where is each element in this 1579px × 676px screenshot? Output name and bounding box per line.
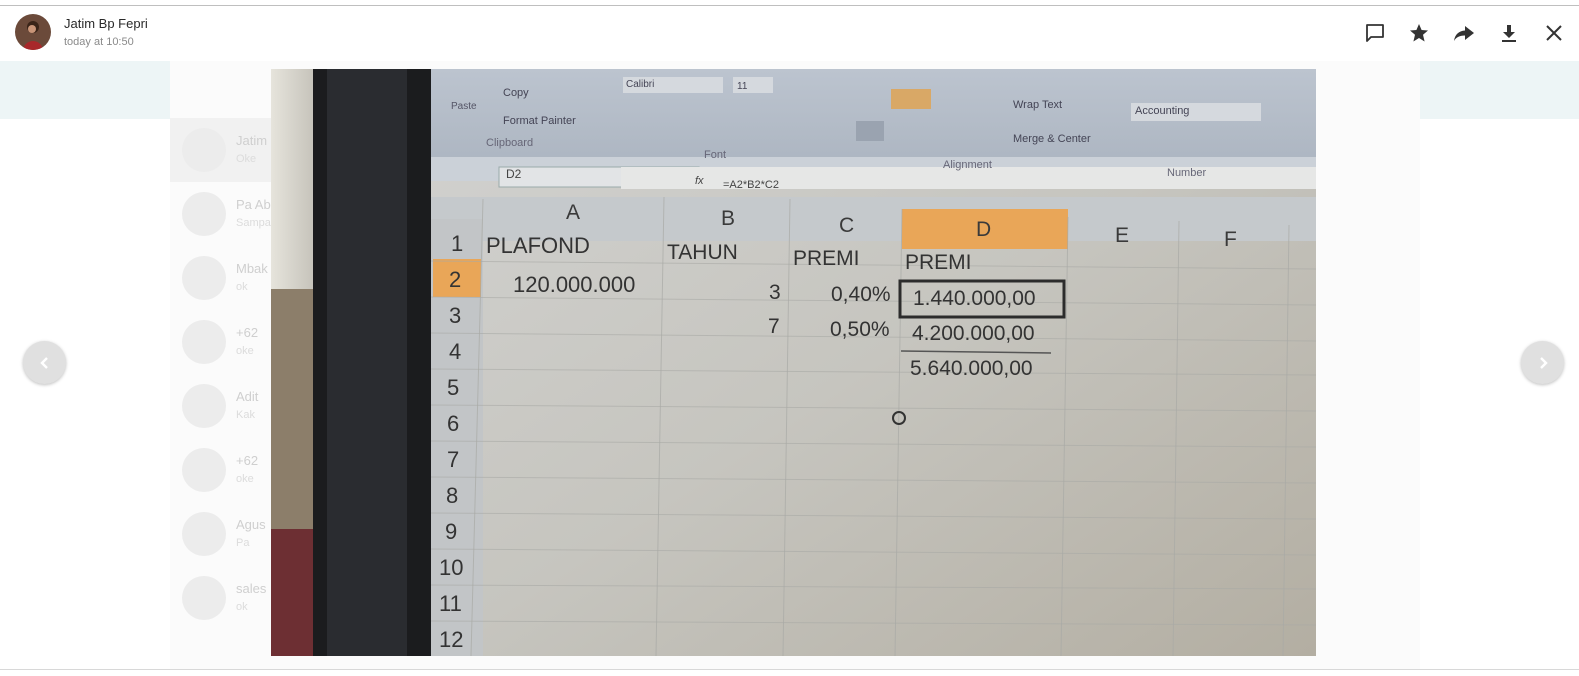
- avatar: [182, 256, 226, 300]
- column-header: F: [1224, 228, 1237, 251]
- forward-icon[interactable]: [1453, 22, 1475, 44]
- row-header: 8: [446, 483, 459, 508]
- background-chat-list: Jatim Oke Pa Ab Sampai Mbak ok +62 oke Adit K…: [170, 118, 280, 669]
- avatar: [182, 128, 226, 172]
- avatar: [182, 448, 226, 492]
- column-header: E: [1115, 224, 1130, 247]
- list-item: Agus Pa: [170, 502, 280, 566]
- last-message: ok: [236, 281, 248, 293]
- column-header: D: [976, 218, 992, 241]
- row-header: 3: [449, 303, 462, 328]
- fx-label: fx: [695, 175, 704, 187]
- last-message: Oke: [236, 153, 257, 165]
- formula-text: =A2*B2*C2: [723, 179, 779, 191]
- last-message: Sampai: [236, 217, 274, 229]
- chevron-left-icon: [39, 356, 48, 369]
- star-icon[interactable]: [1408, 22, 1430, 44]
- row-header: 10: [439, 555, 464, 580]
- row-header: 7: [447, 447, 460, 472]
- bottom-divider: [0, 669, 1579, 670]
- contact-name: +62: [236, 325, 259, 340]
- row-header: 6: [447, 411, 460, 436]
- avatar: [182, 192, 226, 236]
- avatar: [182, 320, 226, 364]
- last-message: Kak: [236, 409, 255, 421]
- cell-b1: TAHUN: [667, 241, 738, 264]
- sender-avatar[interactable]: [15, 14, 51, 50]
- list-item: sales ok: [170, 566, 280, 630]
- name-box: D2: [506, 167, 522, 181]
- chevron-right-icon: [1539, 356, 1548, 369]
- column-header: B: [721, 207, 736, 230]
- format-painter-label: Format Painter: [503, 115, 576, 127]
- avatar: [182, 576, 226, 620]
- cell-c2: 0,40%: [831, 283, 891, 306]
- previous-media-button[interactable]: [23, 341, 66, 384]
- contact-name: Mbak: [236, 261, 268, 276]
- contact-name: Pa Ab: [236, 197, 271, 212]
- clipboard-group-label: Clipboard: [486, 137, 534, 149]
- last-message: oke: [236, 473, 254, 485]
- row-header: 1: [451, 231, 464, 256]
- row-header: 2: [449, 267, 462, 292]
- list-item: +62 oke: [170, 310, 280, 374]
- row-header: 9: [445, 519, 458, 544]
- cell-b2: 3: [769, 281, 781, 304]
- avatar: [182, 384, 226, 428]
- wrap-text-label: Wrap Text: [1013, 99, 1063, 111]
- media-photo: Copy Format Painter Clipboard Paste Cali…: [271, 69, 1316, 656]
- contact-name: Agus: [236, 517, 266, 532]
- contact-name: sales: [236, 581, 267, 596]
- cell-d2: 1.440.000,00: [913, 287, 1036, 310]
- row-header: 4: [449, 339, 462, 364]
- font-name-box: Calibri: [626, 79, 655, 90]
- column-header: A: [566, 201, 581, 224]
- comment-icon[interactable]: [1364, 22, 1386, 44]
- column-header: C: [839, 214, 855, 237]
- cell-d4: 5.640.000,00: [910, 357, 1033, 380]
- merge-center-label: Merge & Center: [1013, 133, 1091, 145]
- message-timestamp: today at 10:50: [64, 36, 134, 48]
- close-icon[interactable]: [1543, 22, 1565, 44]
- contact-name: Jatim: [236, 133, 268, 148]
- cell-a2: 120.000.000: [513, 272, 636, 297]
- number-group-label: Number: [1167, 167, 1207, 179]
- last-message: ok: [236, 601, 248, 613]
- last-message: oke: [236, 345, 254, 357]
- row-header: 12: [439, 627, 464, 652]
- avatar: [182, 512, 226, 556]
- download-icon[interactable]: [1498, 22, 1520, 44]
- font-group-label: Font: [704, 149, 727, 161]
- next-media-button[interactable]: [1521, 341, 1564, 384]
- number-format-box: Accounting: [1135, 105, 1190, 117]
- cell-c3: 0,50%: [830, 318, 890, 341]
- cell-d1: PREMI: [905, 251, 972, 274]
- paste-label: Paste: [451, 101, 477, 112]
- cell-a1: PLAFOND: [486, 233, 590, 258]
- media-viewer-header: Jatim Bp Fepri today at 10:50: [0, 6, 1579, 61]
- cell-d3: 4.200.000,00: [912, 322, 1035, 345]
- copy-label: Copy: [503, 87, 529, 99]
- list-item: +62 oke: [170, 438, 280, 502]
- list-item: Adit Kak: [170, 374, 280, 438]
- contact-name: +62: [236, 453, 259, 468]
- list-item: Pa Ab Sampai: [170, 182, 280, 246]
- row-header: 5: [447, 375, 460, 400]
- list-item: Jatim Oke: [170, 118, 280, 182]
- font-size-box: 11: [737, 81, 748, 92]
- sender-name: Jatim Bp Fepri: [64, 16, 148, 31]
- last-message: Pa: [236, 537, 250, 549]
- alignment-group-label: Alignment: [943, 159, 992, 171]
- list-item: Mbak ok: [170, 246, 280, 310]
- cell-b3: 7: [768, 315, 780, 338]
- contact-name: Adit: [236, 389, 259, 404]
- cell-c1: PREMI: [793, 247, 860, 270]
- row-header: 11: [439, 591, 462, 616]
